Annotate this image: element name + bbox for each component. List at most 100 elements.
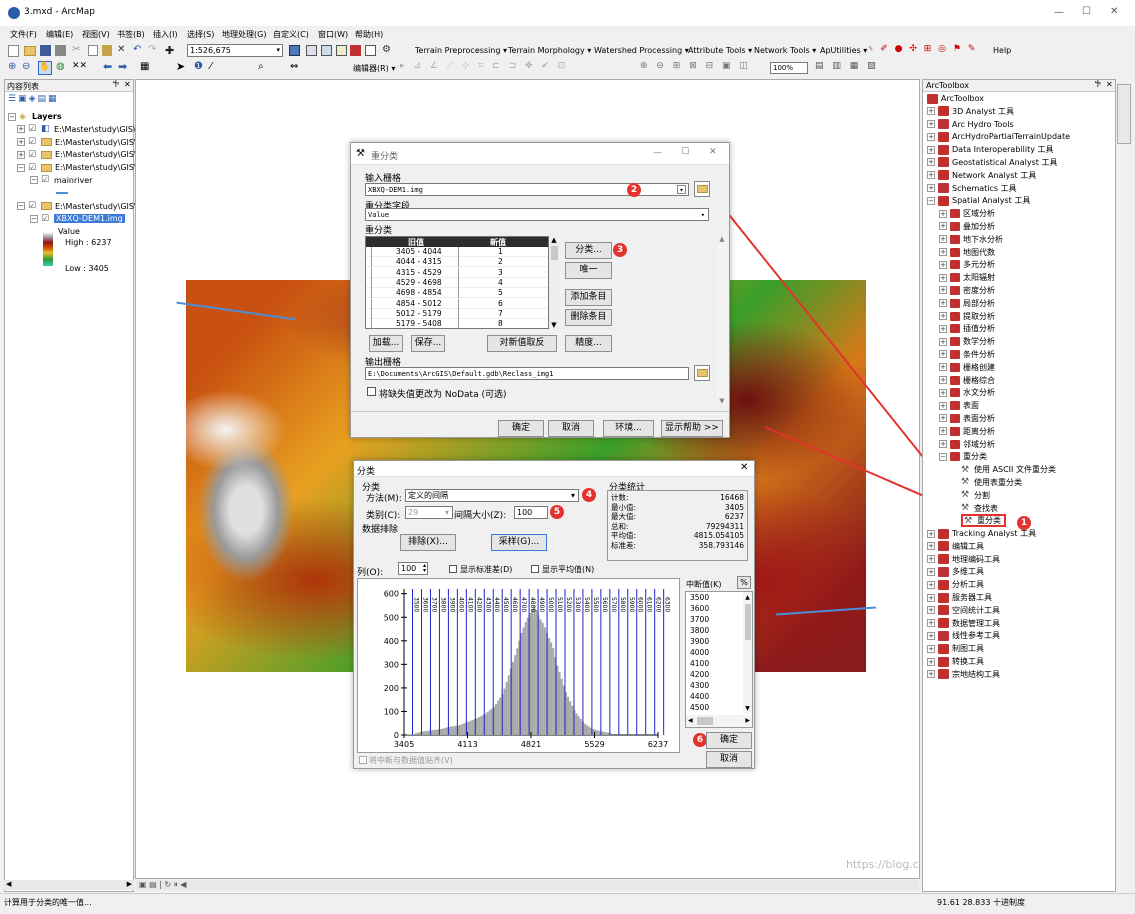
toolbox-item[interactable]: + Arc Hydro Tools xyxy=(927,119,1070,132)
classify-button[interactable]: 分类... xyxy=(565,242,612,259)
reclass-table[interactable]: 旧值 新值 3405 - 4044 1 4044 - 4315 2 4315 - 452… xyxy=(365,236,549,329)
toolset-item[interactable]: + 叠加分析 xyxy=(927,221,1070,234)
toolset-item[interactable]: + 水文分析 xyxy=(927,387,1070,400)
show-std-checkbox[interactable] xyxy=(449,565,457,573)
toolset-item[interactable]: + 局部分析 xyxy=(927,298,1070,311)
toolbox-item[interactable]: + 制图工具 xyxy=(927,643,1070,656)
old-value-cell[interactable]: 3405 - 4044 xyxy=(396,247,442,256)
old-value-cell[interactable]: 4315 - 4529 xyxy=(396,268,442,277)
dialog-scrollbar[interactable]: ▲ ▼ xyxy=(717,235,727,405)
cancel-button[interactable]: 取消 xyxy=(548,420,594,437)
tool-item[interactable]: ⚒ 使用 ASCII 文件重分类 xyxy=(927,464,1070,477)
table-row[interactable]: 4044 - 4315 2 xyxy=(366,257,548,268)
toolbox-item[interactable]: + Schematics 工具 xyxy=(927,183,1070,196)
toolbox-root[interactable]: ArcToolbox xyxy=(927,93,1070,106)
toolset-item[interactable]: + 多元分析 xyxy=(927,259,1070,272)
interval-size-input[interactable]: 100 xyxy=(514,506,548,519)
table-row[interactable]: 4854 - 5012 6 xyxy=(366,298,548,309)
row-selector[interactable] xyxy=(366,277,372,288)
toolset-item[interactable]: + 提取分析 xyxy=(927,311,1070,324)
new-value-cell[interactable]: 6 xyxy=(498,299,503,308)
reclass-field-combo[interactable]: Value ▾ xyxy=(365,208,709,221)
toolbox-item[interactable]: + Network Analyst 工具 xyxy=(927,170,1070,183)
classify-cancel-button[interactable]: 取消 xyxy=(706,751,752,768)
minimize-button[interactable]: — xyxy=(653,148,662,158)
toolset-item[interactable]: + 密度分析 xyxy=(927,285,1070,298)
new-value-cell[interactable]: 8 xyxy=(498,319,503,328)
toolset-item[interactable]: + 栅格综合 xyxy=(927,375,1070,388)
old-value-cell[interactable]: 5012 - 5179 xyxy=(396,309,442,318)
method-combo[interactable]: 定义的间隔 ▾ xyxy=(405,489,579,502)
row-selector[interactable] xyxy=(366,298,372,309)
tool-item[interactable]: ⚒ 使用表重分类 xyxy=(927,477,1070,490)
row-selector[interactable] xyxy=(366,267,372,278)
new-value-cell[interactable]: 4 xyxy=(498,278,503,287)
close-button[interactable]: ✕ xyxy=(709,147,717,157)
toolbox-item[interactable]: + 宗地结构工具 xyxy=(927,669,1070,682)
pin-icon[interactable]: Ⴕ xyxy=(1095,80,1101,89)
tool-item-reclassify[interactable]: ⚒ 重分类 xyxy=(927,514,1070,528)
table-row[interactable]: 5179 - 5408 8 xyxy=(366,319,548,328)
table-row[interactable]: 4315 - 4529 3 xyxy=(366,267,548,278)
toolset-item[interactable]: + 地下水分析 xyxy=(927,234,1070,247)
row-selector[interactable] xyxy=(366,247,372,257)
output-folder-button[interactable] xyxy=(694,365,710,381)
precision-button[interactable]: 精度... xyxy=(565,335,612,352)
old-value-cell[interactable]: 5179 - 5408 xyxy=(396,319,442,328)
new-value-cell[interactable]: 3 xyxy=(498,268,503,277)
open-folder-button[interactable] xyxy=(694,181,710,197)
toolset-item[interactable]: + 栅格创建 xyxy=(927,362,1070,375)
toolbox-item[interactable]: + 转换工具 xyxy=(927,656,1070,669)
toolset-item[interactable]: + 表面分析 xyxy=(927,413,1070,426)
histogram-panel[interactable]: 3500 3600 3700 3800 3900 4000 4100 4200 4300 4400… xyxy=(357,578,680,753)
tool-item[interactable]: ⚒ 分割 xyxy=(927,490,1070,503)
break-list-hscrollbar[interactable]: ◀ ▶ xyxy=(686,715,752,727)
output-raster-input[interactable]: E:\Documents\ArcGIS\Default.gdb\Reclass_… xyxy=(365,367,689,380)
toolbox-item[interactable]: + 编辑工具 xyxy=(927,541,1070,554)
snap-checkbox[interactable] xyxy=(359,756,367,764)
toolset-item[interactable]: + 地图代数 xyxy=(927,247,1070,260)
load-button[interactable]: 加载... xyxy=(369,335,403,352)
toolbox-item[interactable]: + 线性参考工具 xyxy=(927,630,1070,643)
toolbox-item[interactable]: + 数据管理工具 xyxy=(927,618,1070,631)
nodata-checkbox[interactable] xyxy=(367,387,376,396)
row-selector[interactable] xyxy=(366,319,372,328)
toolset-item[interactable]: + 条件分析 xyxy=(927,349,1070,362)
toolbox-item[interactable]: + 多维工具 xyxy=(927,566,1070,579)
toolbox-item-spatial[interactable]: − Spatial Analyst 工具 xyxy=(927,195,1070,208)
old-value-cell[interactable]: 4698 - 4854 xyxy=(396,288,442,297)
row-selector[interactable] xyxy=(366,288,372,299)
exclusion-button[interactable]: 排除(X)... xyxy=(400,534,456,551)
table-row[interactable]: 5012 - 5179 7 xyxy=(366,308,548,319)
ok-button[interactable]: 确定 xyxy=(498,420,544,437)
old-value-cell[interactable]: 4044 - 4315 xyxy=(396,257,442,266)
toolbox-item[interactable]: +3D Analyst 工具 xyxy=(927,106,1070,119)
classes-combo[interactable]: 29 ▾ xyxy=(405,506,453,519)
percent-button[interactable]: % xyxy=(737,576,751,589)
show-mean-checkbox[interactable] xyxy=(531,565,539,573)
toolset-item[interactable]: + 距离分析 xyxy=(927,426,1070,439)
side-tabs[interactable] xyxy=(1117,84,1131,144)
toolbox-item[interactable]: + 空间统计工具 xyxy=(927,605,1070,618)
toolset-item[interactable]: + 插值分析 xyxy=(927,323,1070,336)
toolbox-item[interactable]: + Data Interoperability 工具 xyxy=(927,144,1070,157)
table-row[interactable]: 4529 - 4698 4 xyxy=(366,277,548,288)
delete-entry-button[interactable]: 删除条目 xyxy=(565,309,612,326)
toolbox-item[interactable]: + Geostatistical Analyst 工具 xyxy=(927,157,1070,170)
chevron-down-icon[interactable]: ▾ xyxy=(677,185,686,194)
new-value-cell[interactable]: 7 xyxy=(498,309,503,318)
old-value-cell[interactable]: 4529 - 4698 xyxy=(396,278,442,287)
toolset-item[interactable]: + 邻域分析 xyxy=(927,439,1070,452)
old-value-cell[interactable]: 4854 - 5012 xyxy=(396,299,442,308)
new-value-cell[interactable]: 5 xyxy=(498,288,503,297)
toolset-item[interactable]: + 数学分析 xyxy=(927,336,1070,349)
sampling-button[interactable]: 采样(G)... xyxy=(491,534,547,551)
break-values-list[interactable]: 3500 3600 3700 3800 3900 4000 4100 4200 4300 4400… xyxy=(685,591,753,728)
row-selector[interactable] xyxy=(366,308,372,319)
toolset-item[interactable]: + 太阳辐射 xyxy=(927,272,1070,285)
view-switch-bar[interactable]: ▣ ▤ | ↻ ⏸ ◀ xyxy=(136,880,919,890)
classify-ok-button[interactable]: 确定 xyxy=(706,732,752,749)
new-value-cell[interactable]: 1 xyxy=(498,247,503,256)
break-list-scrollbar[interactable]: ▲ ▼ xyxy=(743,592,752,714)
arctoolbox-close-icon[interactable]: ✕ xyxy=(1106,80,1113,89)
